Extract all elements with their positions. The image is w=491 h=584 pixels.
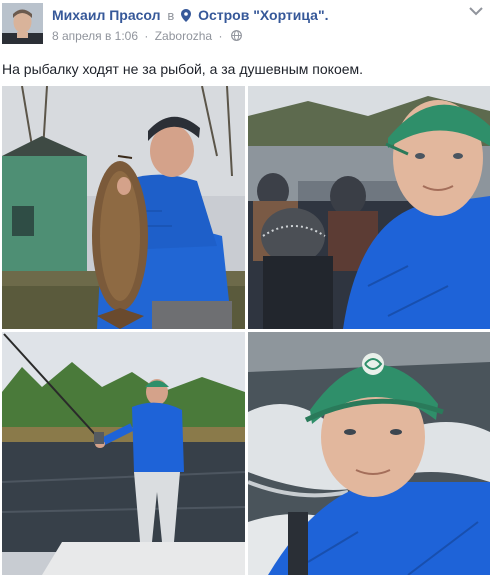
chevron-down-icon[interactable]	[469, 6, 483, 16]
photo-1[interactable]	[2, 86, 245, 329]
photo-grid	[2, 86, 490, 576]
photo-2-image	[248, 86, 490, 329]
post-meta: 8 апреля в 1:06 · Zaborozha ·	[52, 28, 242, 44]
photo-4[interactable]	[248, 332, 490, 575]
author-avatar[interactable]	[2, 3, 43, 44]
photo-4-image	[248, 332, 490, 575]
in-word: в	[167, 8, 175, 23]
author-name-link[interactable]: Михаил Прасол	[52, 7, 161, 23]
photo-3[interactable]	[2, 332, 245, 575]
post-text: На рыбалку ходят не за рыбой, а за душев…	[2, 61, 364, 77]
post-timestamp[interactable]: 8 апреля в 1:06	[52, 29, 138, 43]
meta-separator-2: ·	[218, 29, 223, 43]
place-link[interactable]: Остров "Хортица".	[198, 7, 328, 23]
photo-3-image	[2, 332, 245, 575]
meta-separator: ·	[144, 29, 149, 43]
app-link[interactable]: Zaborozha	[155, 29, 212, 43]
photo-2[interactable]	[248, 86, 490, 329]
globe-icon[interactable]	[230, 30, 242, 41]
photo-1-image	[2, 86, 245, 329]
map-pin-icon	[181, 9, 192, 22]
post-header: Михаил Прасол в Остров "Хортица". 8 апре…	[0, 0, 491, 52]
author-line: Михаил Прасол в Остров "Хортица".	[52, 6, 329, 25]
